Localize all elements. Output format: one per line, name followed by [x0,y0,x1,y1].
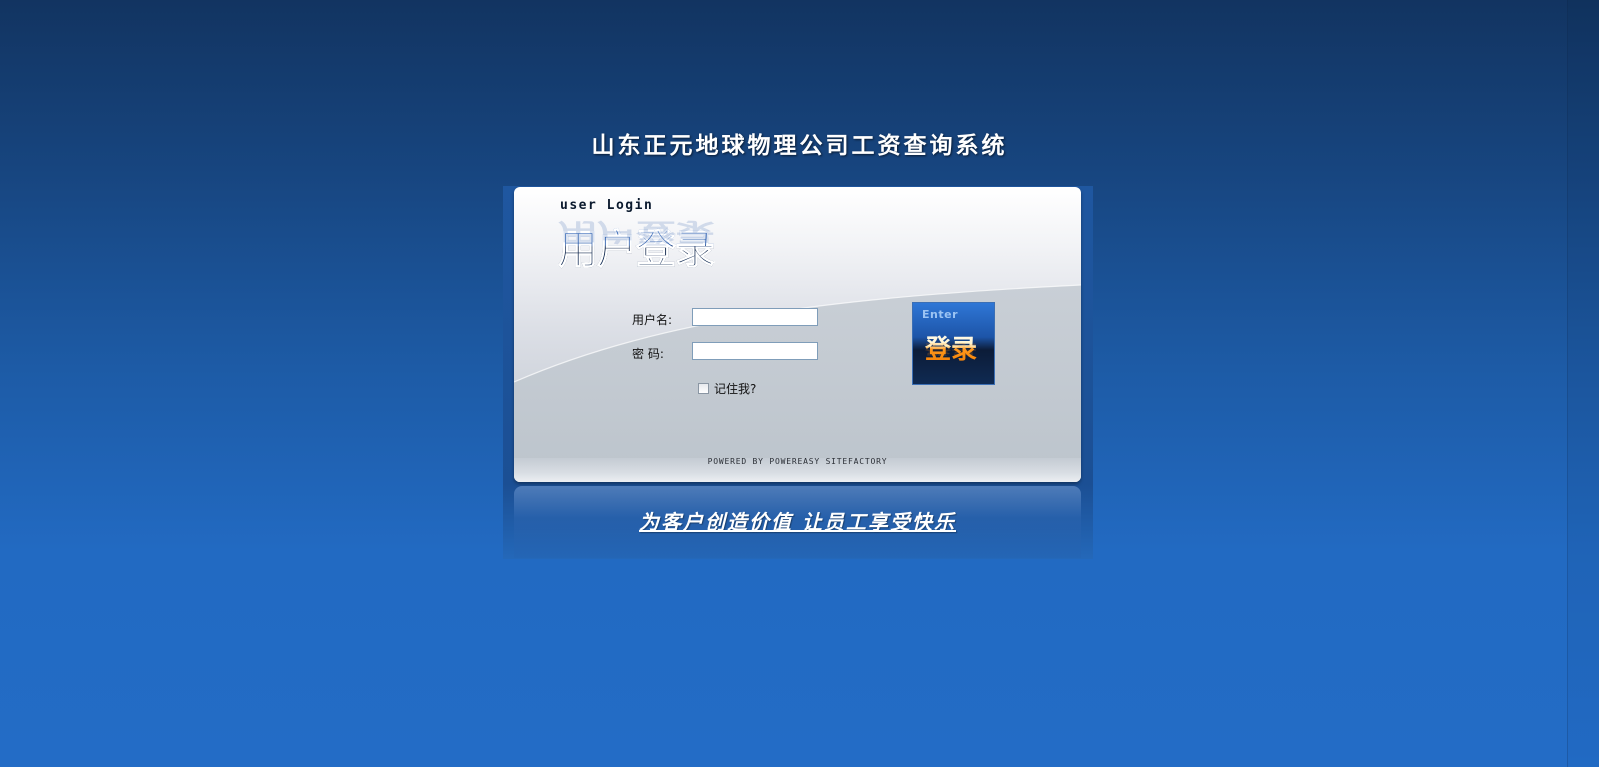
system-title: 山东正元地球物理公司工资查询系统 [591,132,1008,159]
username-label: 用户名: [632,313,673,327]
user-login-heading-en: user Login [560,198,654,213]
slogan-link[interactable]: 为客户创造价值 让员工享受快乐 [514,506,1081,535]
right-edge-shade [1567,0,1599,767]
username-input[interactable] [692,308,818,326]
login-enter-button[interactable]: Enter 登录 登录 [913,303,994,384]
enter-button-label-en: Enter [922,308,958,321]
remember-me-label[interactable]: 记住我? [714,380,756,397]
password-input[interactable] [692,342,818,360]
powered-by-text: POWERED BY POWEREASY SITEFACTORY [707,457,888,466]
enter-button-label-reflection: 登录 [925,341,978,356]
user-login-heading-reflection: 用户登录 [558,217,714,245]
login-panel: user Login 用户登录 用户登录 用户名: 密 码: 记住我? Ente… [514,187,1081,482]
password-label: 密 码: [632,347,664,361]
remember-me-checkbox[interactable] [698,383,709,394]
